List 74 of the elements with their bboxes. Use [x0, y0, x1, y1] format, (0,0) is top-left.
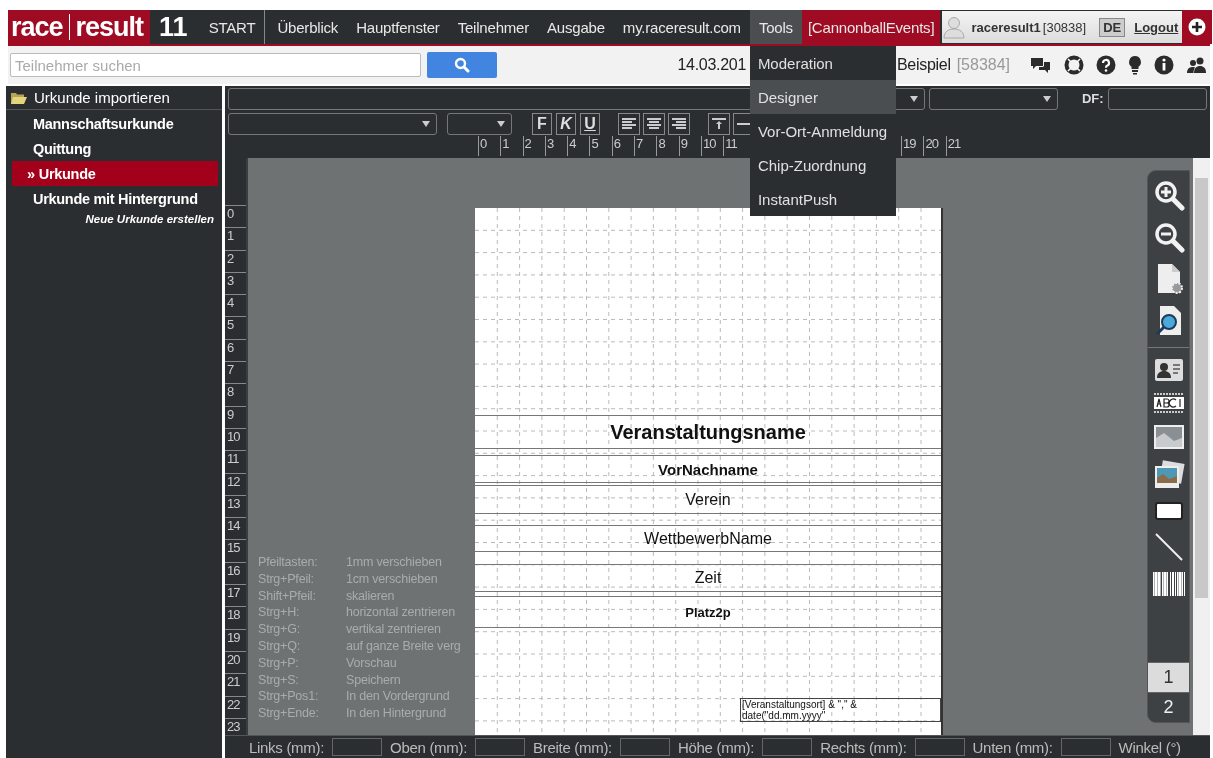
ruler-label: 1: [500, 136, 523, 156]
ruler-label: 10: [225, 427, 246, 451]
ruler-label: 8: [225, 383, 246, 406]
shortcut-action: Speichern: [346, 671, 402, 689]
ruler-label: 3: [225, 271, 246, 295]
shortcut-key: Strg+S:: [258, 671, 346, 689]
shortcut-action: Vorschau: [346, 654, 398, 672]
shortcut-action: horizontal zentrieren: [346, 604, 457, 622]
ruler-label: 3: [544, 136, 568, 156]
ruler-label: 8: [656, 136, 679, 156]
shortcut-key: Pfeiltasten:: [258, 554, 346, 571]
ruler-label: 21: [225, 673, 246, 696]
ruler-label: 15: [225, 539, 246, 562]
shortcut-key: Strg+Pos1:: [258, 688, 346, 706]
ruler-label: 2: [522, 136, 545, 156]
ruler-label: 14: [225, 517, 246, 540]
ruler-label: 21: [945, 136, 968, 156]
ruler-label: 19: [225, 628, 246, 651]
ruler-label: 9: [225, 405, 246, 428]
ruler-label: 20: [225, 650, 246, 674]
ruler-label: 22: [225, 695, 246, 718]
shortcut-key: Strg+P:: [258, 654, 346, 672]
position-label: Oben (mm):: [390, 738, 468, 756]
shortcut-action: auf ganze Breite verg: [346, 638, 461, 655]
ruler-label: 5: [589, 136, 612, 156]
shortcut-action: 1mm verschieben: [346, 554, 443, 571]
position-label: Höhe (mm):: [677, 738, 755, 756]
shortcut-key: Strg+Ende:: [258, 705, 346, 722]
ruler-label: 7: [225, 361, 246, 384]
position-label: Breite (mm):: [533, 738, 612, 756]
ruler-label: 13: [225, 494, 246, 518]
ruler-label: 12: [225, 472, 246, 495]
ruler-label: 6: [225, 338, 246, 362]
ruler-label: 10: [700, 136, 724, 156]
ruler-label: 5: [225, 316, 246, 339]
user-id: [30838]: [1042, 19, 1087, 35]
version-label: 11: [159, 11, 188, 43]
ruler-label: 1: [225, 227, 246, 250]
ruler-label: 7: [634, 136, 657, 156]
ruler-label: 9: [678, 136, 701, 156]
shortcut-key: Strg+G:: [258, 621, 346, 638]
df-label: DF:: [1081, 91, 1104, 106]
import-label: Urkunde importieren: [34, 89, 170, 106]
ruler-label: 19: [901, 136, 924, 156]
shortcut-key: Strg+Pfeil:: [258, 570, 346, 588]
ruler-label: 17: [225, 584, 246, 607]
position-label: Links (mm):: [249, 738, 325, 756]
logo-text: result: [75, 11, 144, 43]
ruler-label: 20: [923, 136, 946, 156]
ruler-label: 6: [611, 136, 635, 156]
shortcut-action: skalieren: [346, 587, 396, 605]
logo-text: race: [11, 11, 63, 43]
ruler-label: 23: [225, 717, 246, 741]
position-label: Unten (mm):: [972, 738, 1053, 756]
ruler-label: 0: [478, 136, 501, 156]
shortcut-key: Shift+Pfeil:: [258, 587, 346, 605]
ruler-label: 2: [225, 249, 246, 272]
ruler-label: 16: [225, 561, 246, 585]
ruler-label: 18: [225, 606, 246, 629]
ruler-label: 0: [225, 205, 246, 228]
position-label: Rechts (mm):: [820, 738, 907, 756]
ruler-label: 11: [225, 450, 246, 473]
position-label: Winkel (°): [1118, 738, 1181, 756]
shortcut-key: Strg+H:: [258, 604, 346, 622]
shortcut-key: Strg+Q:: [258, 638, 346, 655]
ruler-label: 4: [225, 294, 246, 317]
shortcut-action: vertikal zentrieren: [346, 621, 442, 638]
ruler-label: 4: [567, 136, 590, 156]
event-name: Beispiel: [897, 56, 951, 74]
event-id: [58384]: [956, 56, 1011, 74]
user-name: raceresult1: [971, 19, 1041, 35]
event-date: 14.03.201: [676, 56, 746, 74]
shortcut-action: 1cm verschieben: [346, 570, 439, 588]
ruler-label: 11: [723, 136, 746, 156]
